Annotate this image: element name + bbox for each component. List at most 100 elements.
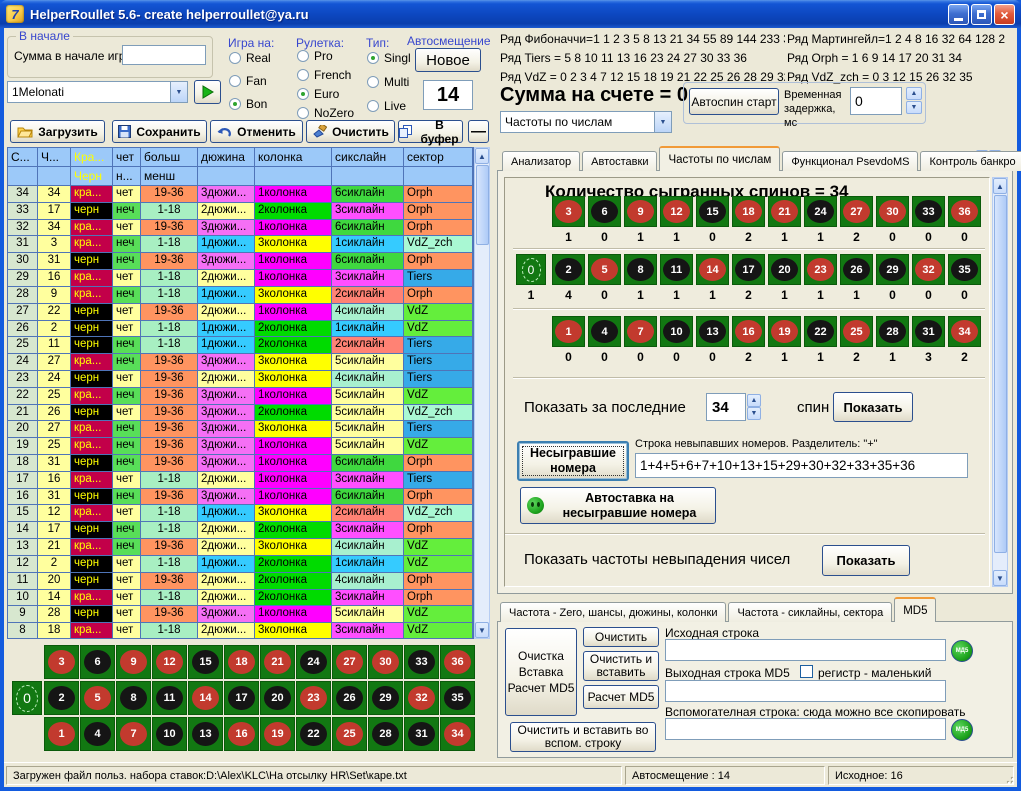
board-cell-34[interactable]: 34 bbox=[440, 717, 475, 751]
missed-numbers-button[interactable]: Несыгравшие номера bbox=[517, 441, 629, 481]
radio-option-nozero[interactable]: NoZero bbox=[297, 105, 354, 121]
play-button[interactable] bbox=[194, 80, 221, 104]
md5-source-input[interactable] bbox=[665, 639, 946, 661]
table-row[interactable]: 928чернчет19-363дюжи...1колонка5сиклайнV… bbox=[8, 606, 473, 623]
md5-output-input[interactable] bbox=[665, 680, 946, 702]
number-tile-3[interactable]: 3 bbox=[552, 196, 585, 227]
board-cell-4[interactable]: 4 bbox=[80, 717, 115, 751]
start-sum-input[interactable] bbox=[122, 45, 206, 65]
tab-частота-сиклайны-сектора[interactable]: Частота - сиклайны, сектора bbox=[728, 602, 892, 622]
number-tile-24[interactable]: 24 bbox=[804, 196, 837, 227]
board-cell-0[interactable]: 0 bbox=[12, 681, 42, 715]
radio-option-real[interactable]: Real bbox=[229, 50, 271, 66]
table-row[interactable]: 1321кра...неч19-362дюжи...3колонка4сикла… bbox=[8, 539, 473, 556]
number-tile-20[interactable]: 20 bbox=[768, 254, 801, 285]
spin-up-icon[interactable]: ▲ bbox=[906, 87, 922, 100]
number-tile-30[interactable]: 30 bbox=[876, 196, 909, 227]
number-tile-14[interactable]: 14 bbox=[696, 254, 729, 285]
radio-option-euro[interactable]: Euro bbox=[297, 86, 354, 102]
table-row[interactable]: 1925кра...неч19-363дюжи...1колонка5сикла… bbox=[8, 438, 473, 455]
table-row[interactable]: 313кра...неч1-181дюжи...3колонка1сиклайн… bbox=[8, 236, 473, 253]
tab-анализатор[interactable]: Анализатор bbox=[502, 151, 580, 171]
spin-down-icon[interactable]: ▼ bbox=[906, 101, 922, 114]
board-cell-23[interactable]: 23 bbox=[296, 681, 331, 715]
number-tile-19[interactable]: 19 bbox=[768, 316, 801, 347]
board-cell-13[interactable]: 13 bbox=[188, 717, 223, 751]
board-cell-6[interactable]: 6 bbox=[80, 645, 115, 679]
table-row[interactable]: 2511черннеч1-181дюжи...2колонка2сиклайнT… bbox=[8, 337, 473, 354]
table-row[interactable]: 3434кра...чет19-363дюжи...1колонка6сикла… bbox=[8, 186, 473, 203]
board-cell-18[interactable]: 18 bbox=[224, 645, 259, 679]
table-row[interactable]: 1014кра...чет1-182дюжи...2колонка3сиклай… bbox=[8, 590, 473, 607]
board-cell-10[interactable]: 10 bbox=[152, 717, 187, 751]
number-tile-31[interactable]: 31 bbox=[912, 316, 945, 347]
board-cell-31[interactable]: 31 bbox=[404, 717, 439, 751]
number-tile-22[interactable]: 22 bbox=[804, 316, 837, 347]
chevron-down-icon[interactable]: ▼ bbox=[654, 112, 671, 132]
tab-контроль-банкро[interactable]: Контроль банкро bbox=[920, 151, 1021, 171]
table-row[interactable]: 122чернчет1-181дюжи...2колонка1сиклайнVd… bbox=[8, 556, 473, 573]
board-cell-9[interactable]: 9 bbox=[116, 645, 151, 679]
board-cell-26[interactable]: 26 bbox=[332, 681, 367, 715]
lowercase-checkbox[interactable] bbox=[800, 665, 813, 678]
table-row[interactable]: 2126чернчет19-363дюжи...2колонка5сиклайн… bbox=[8, 405, 473, 422]
radio-option-fan[interactable]: Fan bbox=[229, 73, 271, 89]
new-autoshift-button[interactable]: Новое bbox=[415, 48, 481, 72]
table-row[interactable]: 2427кра...неч19-363дюжи...3колонка5сикла… bbox=[8, 354, 473, 371]
number-tile-34[interactable]: 34 bbox=[948, 316, 981, 347]
show-last-button[interactable]: Показать bbox=[833, 392, 913, 422]
number-tile-7[interactable]: 7 bbox=[624, 316, 657, 347]
tab-частота-zero-шансы-дюжины-колонки[interactable]: Частота - Zero, шансы, дюжины, колонки bbox=[500, 602, 726, 622]
table-row[interactable]: 2225кра...неч19-363дюжи...1колонка5сикла… bbox=[8, 388, 473, 405]
scroll-down-icon[interactable]: ▼ bbox=[993, 570, 1007, 586]
md5-calc-button[interactable]: Расчет MD5 bbox=[583, 685, 659, 709]
number-tile-0[interactable]: 0 bbox=[516, 254, 546, 285]
table-row[interactable]: 1417черннеч1-182дюжи...2колонка3сиклайнO… bbox=[8, 522, 473, 539]
board-cell-2[interactable]: 2 bbox=[44, 681, 79, 715]
table-scrollbar[interactable]: ▲ ▼ bbox=[474, 147, 490, 639]
md5-calc-icon[interactable]: МД5 bbox=[951, 640, 973, 662]
number-tile-27[interactable]: 27 bbox=[840, 196, 873, 227]
number-tile-2[interactable]: 2 bbox=[552, 254, 585, 285]
show-last-input[interactable] bbox=[706, 393, 746, 421]
radio-option-singl[interactable]: Singl bbox=[367, 50, 411, 66]
md5-clear-paste-aux-button[interactable]: Очистить и вставить во вспом. строку bbox=[510, 722, 656, 752]
number-tile-16[interactable]: 16 bbox=[732, 316, 765, 347]
table-scrollbar-thumb[interactable] bbox=[476, 165, 489, 245]
table-row[interactable]: 3031черннеч19-363дюжи...1колонка6сиклайн… bbox=[8, 253, 473, 270]
scroll-up-icon[interactable]: ▲ bbox=[993, 178, 1007, 194]
board-cell-12[interactable]: 12 bbox=[152, 645, 187, 679]
table-row[interactable]: 2916кра...чет1-182дюжи...1колонка3сиклай… bbox=[8, 270, 473, 287]
mode-combobox[interactable]: Частоты по числам ▼ bbox=[500, 111, 672, 133]
number-tile-23[interactable]: 23 bbox=[804, 254, 837, 285]
board-cell-35[interactable]: 35 bbox=[440, 681, 475, 715]
number-tile-35[interactable]: 35 bbox=[948, 254, 981, 285]
collapse-button[interactable]: — bbox=[468, 120, 489, 143]
show-freq-button[interactable]: Показать bbox=[822, 545, 910, 576]
board-cell-8[interactable]: 8 bbox=[116, 681, 151, 715]
autobet-missed-button[interactable]: Автоставка на несыгравшие номера bbox=[520, 487, 716, 524]
number-tile-1[interactable]: 1 bbox=[552, 316, 585, 347]
number-tile-18[interactable]: 18 bbox=[732, 196, 765, 227]
clear-button[interactable]: Очистить bbox=[306, 120, 395, 143]
board-cell-22[interactable]: 22 bbox=[296, 717, 331, 751]
number-tile-33[interactable]: 33 bbox=[912, 196, 945, 227]
board-cell-1[interactable]: 1 bbox=[44, 717, 79, 751]
number-tile-21[interactable]: 21 bbox=[768, 196, 801, 227]
number-tile-29[interactable]: 29 bbox=[876, 254, 909, 285]
tab-автоставки[interactable]: Автоставки bbox=[582, 151, 657, 171]
number-tile-11[interactable]: 11 bbox=[660, 254, 693, 285]
minimize-button[interactable] bbox=[948, 4, 969, 25]
frequencies-scrollbar-thumb[interactable] bbox=[994, 195, 1007, 553]
table-row[interactable]: 1831черннеч19-363дюжи...1колонка6сиклайн… bbox=[8, 455, 473, 472]
tab-md5[interactable]: MD5 bbox=[894, 597, 936, 622]
number-tile-4[interactable]: 4 bbox=[588, 316, 621, 347]
number-tile-12[interactable]: 12 bbox=[660, 196, 693, 227]
table-row[interactable]: 2027кра...неч19-363дюжи...3колонка5сикла… bbox=[8, 421, 473, 438]
board-cell-28[interactable]: 28 bbox=[368, 717, 403, 751]
md5-clear-paste-button[interactable]: Очистить и вставить bbox=[583, 651, 659, 681]
table-row[interactable]: 1631черннеч19-363дюжи...1колонка6сиклайн… bbox=[8, 489, 473, 506]
close-button[interactable]: × bbox=[994, 4, 1015, 25]
number-tile-8[interactable]: 8 bbox=[624, 254, 657, 285]
delay-input[interactable] bbox=[850, 87, 902, 115]
